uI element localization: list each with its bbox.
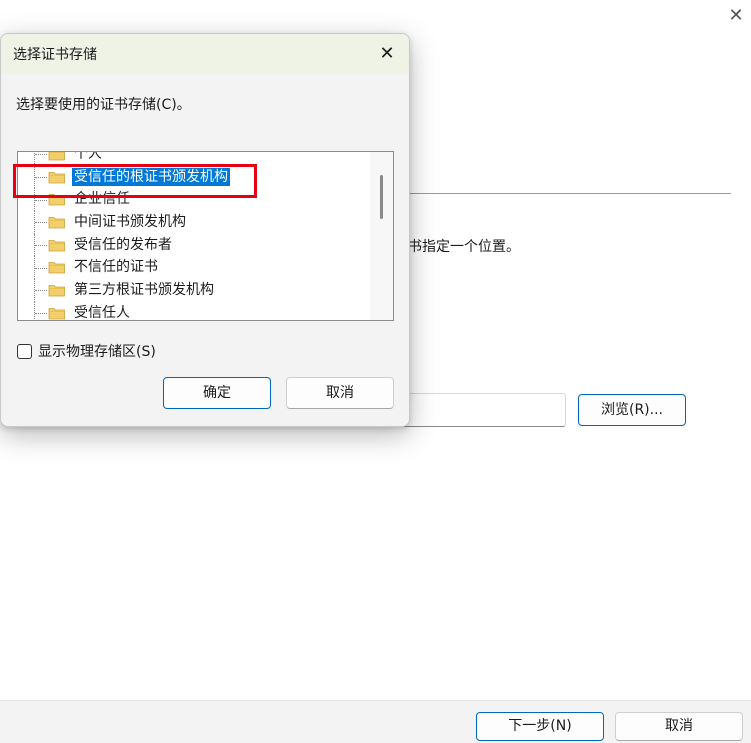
tree-item[interactable]: 中间证书颁发机构 [18,211,370,234]
dialog-prompt: 选择要使用的证书存储(C)。 [16,97,191,113]
tree-scrollbar-thumb[interactable] [380,175,383,219]
tree-item[interactable]: 受信任人 [18,301,370,321]
tree-item-label: 受信任人 [74,304,130,321]
dialog-close-icon[interactable]: ✕ [373,42,401,66]
folder-icon [48,217,65,229]
dialog-titlebar: 选择证书存储 ✕ [1,34,409,74]
tree-item-label: 个人 [74,151,102,162]
tree-item-label: 受信任的发布者 [74,236,172,253]
folder-icon [48,307,65,320]
tree-scrollbar[interactable] [370,152,393,320]
show-physical-checkbox[interactable] [17,343,32,359]
wizard-instruction-text: 书指定一个位置。 [408,239,520,255]
select-certificate-store-dialog: 选择证书存储 ✕ 选择要使用的证书存储(C)。 个人 受信任的根证书颁发机构 企业信… [0,33,410,427]
tree-connector-line [34,301,35,320]
show-physical-stores-option[interactable]: 显示物理存储区(S) [17,341,156,361]
tree-connector-line [35,199,47,201]
tree-connector-line [35,245,47,247]
folder-icon [48,152,65,161]
browse-button[interactable]: 浏览(R)... [578,394,686,426]
tree-item[interactable]: 受信任的发布者 [18,233,370,257]
dialog-title: 选择证书存储 [13,47,97,63]
wizard-cancel-button[interactable]: 取消 [615,712,743,741]
folder-icon [48,239,65,252]
folder-icon [48,285,65,297]
wizard-divider [405,193,731,194]
tree-item-label: 中间证书颁发机构 [74,214,186,231]
tree-connector-line [35,313,47,315]
cancel-button[interactable]: 取消 [286,377,394,409]
tree-item-label: 第三方根证书颁发机构 [74,282,214,299]
tree-connector-line [35,154,47,156]
tree-connector-line [35,267,47,269]
tree-item[interactable]: 不信任的证书 [18,256,370,280]
next-button[interactable]: 下一步(N) [476,712,604,741]
tree-item-label: 不信任的证书 [74,259,158,276]
ok-button[interactable]: 确定 [163,377,271,409]
tree-connector-line [35,290,47,292]
show-physical-label: 显示物理存储区(S) [38,344,156,360]
tree-connector-line [35,222,47,224]
selection-highlight-annotation [13,164,257,198]
tree-item[interactable]: 第三方根证书颁发机构 [18,279,370,302]
wizard-close-icon[interactable]: ✕ [726,6,746,26]
folder-icon [48,262,65,274]
